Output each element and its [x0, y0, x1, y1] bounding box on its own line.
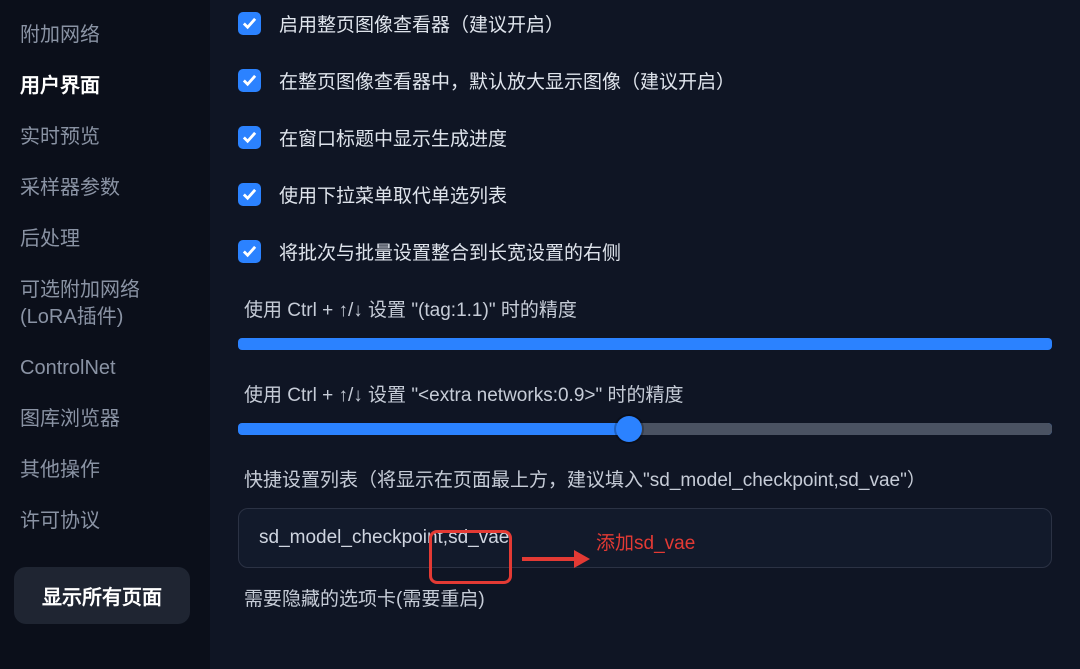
sidebar-item-extra-networks[interactable]: 附加网络: [14, 22, 194, 49]
slider-label-extra-networks-precision: 使用 Ctrl + ↑/↓ 设置 "<extra networks:0.9>" …: [244, 380, 1052, 407]
checkbox-row-title-progress[interactable]: 在窗口标题中显示生成进度: [238, 124, 1052, 151]
sidebar-item-live-preview[interactable]: 实时预览: [14, 124, 194, 151]
checkbox-icon: [238, 183, 261, 206]
sidebar-item-sampler-params[interactable]: 采样器参数: [14, 175, 194, 202]
sidebar-item-controlnet[interactable]: ControlNet: [14, 355, 194, 382]
sidebar-item-postprocessing[interactable]: 后处理: [14, 226, 194, 253]
checkbox-row-dropdown-instead-radio[interactable]: 使用下拉菜单取代单选列表: [238, 181, 1052, 208]
checkbox-icon: [238, 69, 261, 92]
settings-main-panel: 启用整页图像查看器（建议开启） 在整页图像查看器中，默认放大显示图像（建议开启）…: [210, 0, 1080, 669]
checkbox-label: 启用整页图像查看器（建议开启）: [279, 10, 564, 37]
show-all-pages-button[interactable]: 显示所有页面: [14, 567, 190, 624]
checkbox-row-batch-side[interactable]: 将批次与批量设置整合到长宽设置的右侧: [238, 238, 1052, 265]
checkbox-row-fullpage-zoom[interactable]: 在整页图像查看器中，默认放大显示图像（建议开启）: [238, 67, 1052, 94]
hidden-tabs-label: 需要隐藏的选项卡(需要重启): [244, 584, 1052, 611]
sidebar-item-other-actions[interactable]: 其他操作: [14, 457, 194, 484]
slider-label-tag-precision: 使用 Ctrl + ↑/↓ 设置 "(tag:1.1)" 时的精度: [244, 295, 1052, 322]
settings-sidebar: 附加网络 用户界面 实时预览 采样器参数 后处理 可选附加网络(LoRA插件) …: [0, 0, 210, 669]
quick-settings-input[interactable]: [238, 508, 1052, 568]
checkbox-label: 在整页图像查看器中，默认放大显示图像（建议开启）: [279, 67, 735, 94]
sidebar-item-optional-extra-networks[interactable]: 可选附加网络(LoRA插件): [14, 277, 194, 331]
sidebar-item-user-interface[interactable]: 用户界面: [14, 73, 194, 100]
quick-settings-label: 快捷设置列表（将显示在页面最上方，建议填入"sd_model_checkpoin…: [244, 465, 1052, 492]
checkbox-label: 在窗口标题中显示生成进度: [279, 124, 507, 151]
checkbox-icon: [238, 240, 261, 263]
slider-extra-networks-precision[interactable]: [238, 423, 1052, 435]
sidebar-item-image-browser[interactable]: 图库浏览器: [14, 406, 194, 433]
sidebar-item-license[interactable]: 许可协议: [14, 508, 194, 535]
slider-tag-precision[interactable]: [238, 338, 1052, 350]
checkbox-row-fullpage-viewer[interactable]: 启用整页图像查看器（建议开启）: [238, 10, 1052, 37]
checkbox-icon: [238, 126, 261, 149]
checkbox-label: 将批次与批量设置整合到长宽设置的右侧: [279, 238, 621, 265]
checkbox-icon: [238, 12, 261, 35]
checkbox-label: 使用下拉菜单取代单选列表: [279, 181, 507, 208]
